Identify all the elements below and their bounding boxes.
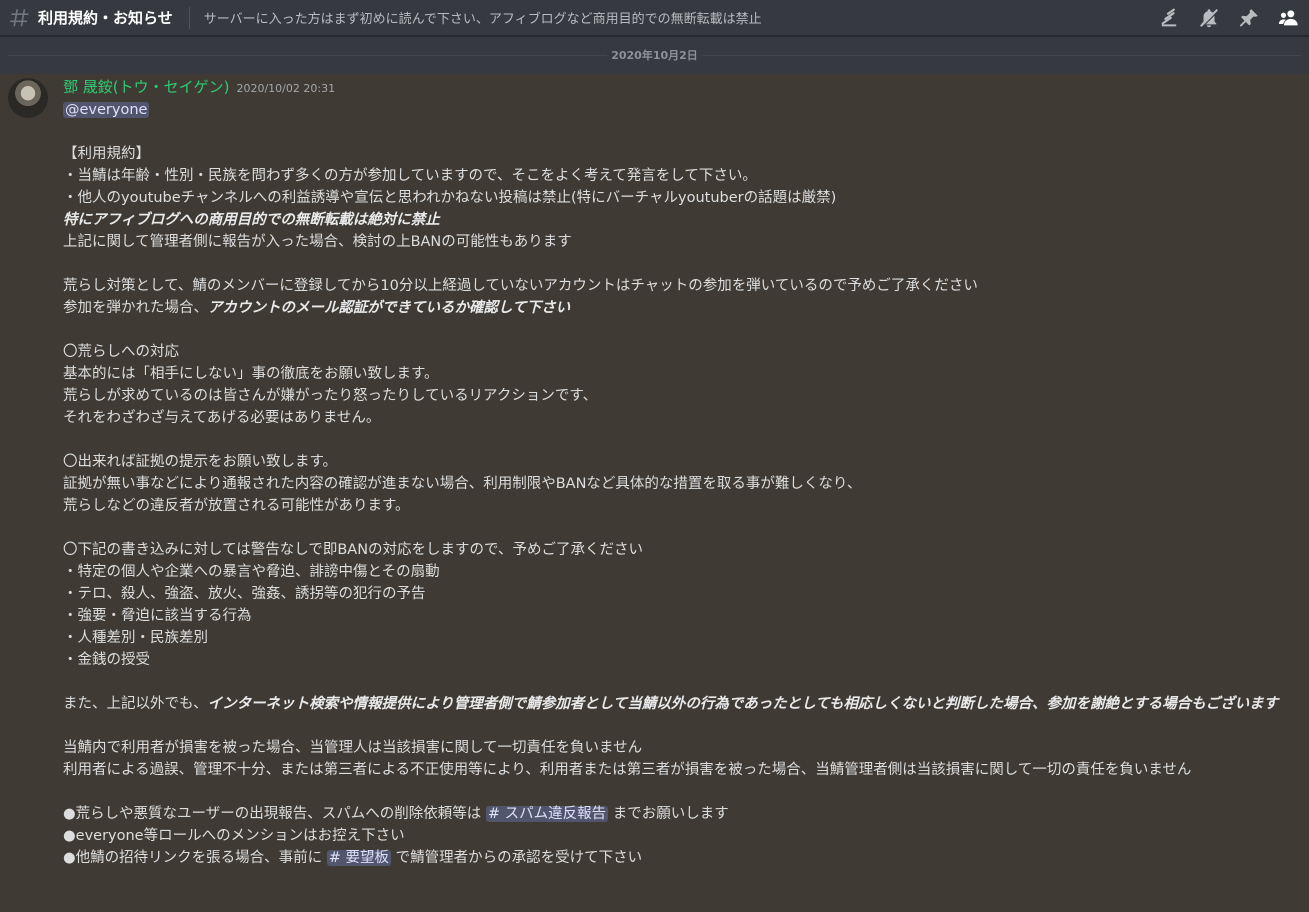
message-line: 〇荒らしへの対応: [63, 344, 179, 360]
channel-name: 利用規約・お知らせ: [38, 9, 173, 27]
pin-icon[interactable]: [1237, 6, 1261, 30]
message-line: 荒らしなどの違反者が放置される可能性があります。: [63, 498, 410, 514]
everyone-mention[interactable]: @everyone: [63, 102, 150, 118]
threads-icon[interactable]: [1157, 6, 1181, 30]
channel-link-requests[interactable]: # 要望板: [326, 850, 392, 866]
message-line: ・金銭の授受: [63, 652, 150, 668]
message-line: ●everyone等ロールへのメンションはお控え下さい: [63, 828, 405, 844]
message-text-emphasis: アカウントのメール認証ができているか確認して下さい: [208, 300, 571, 316]
message-line: ●荒らしや悪質なユーザーの出現報告、スパムへの削除依頼等は # スパム違反報告 …: [63, 803, 1303, 825]
message-line: 参加を弾かれた場合、アカウントのメール認証ができているか確認して下さい: [63, 297, 1303, 319]
members-icon[interactable]: [1277, 6, 1301, 30]
message[interactable]: 鄧 晟銨(トウ・セイゲン) 2020/10/02 20:31 @everyone…: [0, 74, 1309, 912]
header-toolbar: [1141, 6, 1301, 30]
header-divider: [188, 6, 190, 29]
message-content: @everyone 【利用規約】 ・当鯖は年齢・性別・民族を問わず多くの方が参加…: [63, 99, 1303, 869]
message-line: 荒らしが求めているのは皆さんが嫌がったり怒ったりしているリアクションです、: [63, 388, 598, 404]
message-line: @everyone: [63, 99, 1303, 121]
message-line: ・人種差別・民族差別: [63, 630, 208, 646]
message-line: 〇下記の書き込みに対しては警告なしで即BANの対応をしますので、予めご了承くださ…: [63, 542, 643, 558]
date-separator-label: 2020年10月2日: [607, 47, 702, 63]
scrollbar[interactable]: [1301, 37, 1309, 912]
message-line: ・強要・脅迫に該当する行為: [63, 608, 252, 624]
message-line: 上記に関して管理者側に報告が入った場合、検討の上BANの可能性もあります: [63, 234, 572, 250]
message-line: ・当鯖は年齢・性別・民族を問わず多くの方が参加していますので、そこをよく考えて発…: [63, 168, 757, 184]
channel-header: 利用規約・お知らせ サーバーに入った方はまず初めに読んで下さい、アフィブログなど…: [0, 0, 1309, 36]
avatar[interactable]: [8, 78, 48, 118]
message-line: ・特定の個人や企業への暴言や脅迫、誹謗中傷とその扇動: [63, 564, 440, 580]
channel-topic[interactable]: サーバーに入った方はまず初めに読んで下さい、アフィブログなど商用目的での無断転載…: [204, 8, 1141, 27]
channel-link-spam-report[interactable]: # スパム違反報告: [485, 806, 609, 822]
message-text-emphasis: インターネット検索や情報提供により管理者側で鯖参加者として当鯖以外の行為であった…: [207, 696, 1279, 712]
message-line: ・他人のyoutubeチャンネルへの利益誘導や宣伝と思われかねない投稿は禁止(特…: [63, 190, 837, 206]
message-text: ●他鯖の招待リンクを張る場合、事前に: [63, 850, 323, 866]
message-text: で鯖管理者からの承認を受けて下さい: [395, 850, 643, 866]
message-line: それをわざわざ与えてあげる必要はありません。: [63, 410, 381, 426]
message-line: 〇出来れば証拠の提示をお願い致します。: [63, 454, 338, 470]
message-text: ●荒らしや悪質なユーザーの出現報告、スパムへの削除依頼等は: [63, 806, 482, 822]
message-line: 証拠が無い事などにより通報された内容の確認が進まない場合、利用制限やBANなど具…: [63, 476, 862, 492]
message-list[interactable]: 2020年10月2日 鄧 晟銨(トウ・セイゲン) 2020/10/02 20:3…: [0, 37, 1309, 912]
message-line-emphasis: 特にアフィブログへの商用目的での無断転載は絶対に禁止: [63, 212, 440, 228]
date-separator: 2020年10月2日: [0, 37, 1309, 73]
hash-icon: [10, 8, 29, 26]
message-timestamp: 2020/10/02 20:31: [236, 82, 336, 95]
message-text: また、上記以外でも、: [63, 696, 208, 712]
message-line: また、上記以外でも、インターネット検索や情報提供により管理者側で鯖参加者として当…: [63, 693, 1303, 715]
message-text: までお願いします: [612, 806, 729, 822]
message-line: 荒らし対策として、鯖のメンバーに登録してから10分以上経過していないアカウントは…: [63, 278, 978, 294]
message-line: 当鯖内で利用者が損害を被った場合、当管理人は当該損害に関して一切責任を負いません: [63, 740, 643, 756]
message-line: 利用者による過誤、管理不十分、または第三者による不正使用等により、利用者または第…: [63, 762, 1192, 778]
message-line: 基本的には「相手にしない」事の徹底をお願い致します。: [63, 366, 439, 382]
username[interactable]: 鄧 晟銨(トウ・セイゲン): [63, 76, 229, 97]
message-line: ・テロ、殺人、強盗、放火、強姦、誘拐等の犯行の予告: [63, 586, 426, 602]
mute-bell-icon[interactable]: [1197, 6, 1221, 30]
message-text: 参加を弾かれた場合、: [63, 300, 208, 316]
message-line: ●他鯖の招待リンクを張る場合、事前に # 要望板 で鯖管理者からの承認を受けて下…: [63, 847, 1303, 869]
message-line: 【利用規約】: [63, 146, 150, 162]
message-header: 鄧 晟銨(トウ・セイゲン) 2020/10/02 20:31: [63, 76, 335, 98]
